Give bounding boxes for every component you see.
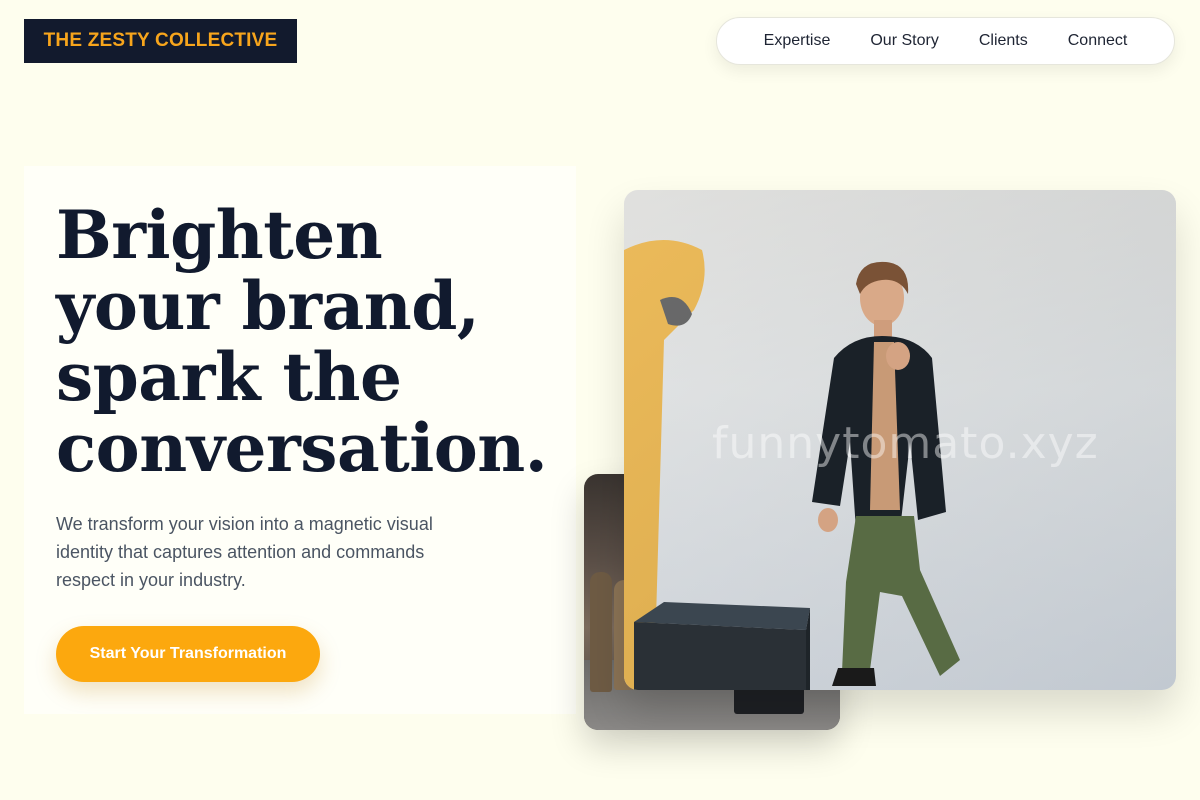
- mannequin-figure: [590, 572, 612, 692]
- hero-lead: We transform your vision into a magnetic…: [56, 514, 433, 590]
- brand-logo-text: THE ZESTY COLLECTIVE: [43, 30, 278, 51]
- nav-item-clients[interactable]: Clients: [979, 32, 1028, 50]
- brand-logo[interactable]: THE ZESTY COLLECTIVE: [24, 19, 297, 63]
- main-nav: Expertise Our Story Clients Connect: [716, 17, 1175, 65]
- start-transformation-button[interactable]: Start Your Transformation: [56, 626, 320, 682]
- nav-item-expertise[interactable]: Expertise: [764, 32, 831, 50]
- nav-item-connect[interactable]: Connect: [1068, 32, 1128, 50]
- hero-headline: Brighten your brand, spark the conversat…: [56, 196, 548, 487]
- image-watermark: funnytomato.xyz: [712, 418, 1099, 469]
- hero-photo: funnytomato.xyz: [624, 190, 1176, 690]
- nav-item-our-story[interactable]: Our Story: [870, 32, 938, 50]
